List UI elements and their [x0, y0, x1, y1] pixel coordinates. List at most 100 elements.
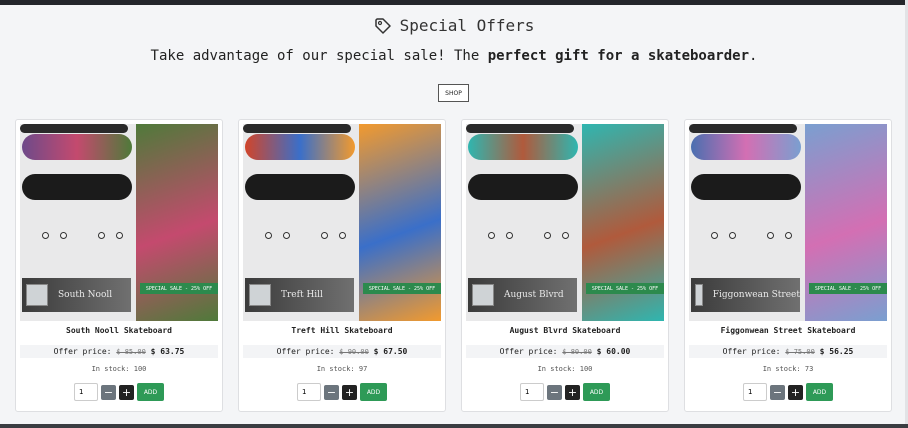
product-image[interactable]: Figgonwean Street SPECIAL SALE - 25% OFF	[689, 124, 887, 321]
product-name[interactable]: South Nooll Skateboard	[16, 326, 222, 335]
product-card: August Blvrd SPECIAL SALE - 25% OFF Augu…	[461, 119, 669, 412]
brand-logo-icon	[26, 284, 48, 306]
product-name[interactable]: Figgonwean Street Skateboard	[685, 326, 891, 335]
quantity-input[interactable]	[297, 383, 321, 401]
stock-row: In stock: 97	[239, 365, 445, 373]
price-row: Offer price: $ 90.00 $ 67.50	[243, 345, 441, 358]
add-to-cart-button[interactable]: ADD	[806, 383, 833, 401]
offer-price-label: Offer price:	[722, 347, 781, 356]
add-to-cart-button[interactable]: ADD	[583, 383, 610, 401]
nameplate-text: August Blvrd	[504, 290, 564, 300]
section-title-text: Special Offers	[399, 16, 535, 35]
stock-row: In stock: 100	[16, 365, 222, 373]
stock-count: 100	[133, 365, 147, 373]
deck-side-image	[20, 124, 128, 133]
wheel-icon	[767, 232, 774, 239]
nameplate-text: South Nooll	[58, 290, 113, 300]
brand-nameplate: August Blvrd	[468, 278, 577, 312]
wheel-icon	[321, 232, 328, 239]
product-card: Treft Hill SPECIAL SALE - 25% OFF Treft …	[238, 119, 446, 412]
wheel-icon	[116, 232, 123, 239]
wheel-icon	[506, 232, 513, 239]
brand-logo-icon	[472, 284, 494, 306]
cart-controls: − + ADD	[74, 383, 164, 401]
section-title: Special Offers	[0, 16, 908, 35]
wheel-icon	[544, 232, 551, 239]
price-row: Offer price: $ 85.00 $ 63.75	[20, 345, 218, 358]
wheel-icon	[42, 232, 49, 239]
increase-quantity-button[interactable]: +	[119, 384, 134, 400]
sale-badge: SPECIAL SALE - 25% OFF	[363, 283, 441, 294]
decrease-quantity-button[interactable]: −	[324, 384, 339, 400]
add-to-cart-button[interactable]: ADD	[360, 383, 387, 401]
wheel-icon	[785, 232, 792, 239]
price-row: Offer price: $ 75.00 $ 56.25	[689, 345, 887, 358]
increase-quantity-button[interactable]: +	[565, 384, 580, 400]
add-to-cart-button[interactable]: ADD	[137, 383, 164, 401]
wheel-icon	[729, 232, 736, 239]
stock-row: In stock: 100	[462, 365, 668, 373]
subtitle-emphasis: perfect gift for a skateboarder	[487, 48, 749, 64]
brand-logo-icon	[695, 284, 703, 306]
wheel-icon	[488, 232, 495, 239]
cart-controls: − + ADD	[297, 383, 387, 401]
increase-quantity-button[interactable]: +	[788, 384, 803, 400]
deck-side-image	[689, 124, 797, 133]
brand-nameplate: Figgonwean Street	[691, 278, 800, 312]
brand-logo-icon	[249, 284, 271, 306]
deck-bottom-image	[22, 174, 132, 200]
wheel-icon	[60, 232, 67, 239]
wheel-icon	[711, 232, 718, 239]
in-stock-label: In stock:	[316, 365, 355, 373]
deck-bottom-image	[245, 174, 355, 200]
new-price: $ 56.25	[819, 347, 854, 356]
stock-row: In stock: 73	[685, 365, 891, 373]
offer-price-label: Offer price:	[499, 347, 558, 356]
old-price: $ 75.00	[785, 348, 815, 356]
nameplate-text: Treft Hill	[281, 290, 323, 300]
decrease-quantity-button[interactable]: −	[770, 384, 785, 400]
price-row: Offer price: $ 80.00 $ 60.00	[466, 345, 664, 358]
bottom-bar	[0, 424, 908, 428]
sale-badge: SPECIAL SALE - 25% OFF	[140, 283, 218, 294]
offer-price-label: Offer price:	[53, 347, 112, 356]
deck-bottom-image	[691, 174, 801, 200]
deck-top-image	[691, 134, 801, 160]
stock-count: 97	[358, 365, 368, 373]
product-card: South Nooll SPECIAL SALE - 25% OFF South…	[15, 119, 223, 412]
old-price: $ 85.00	[116, 348, 146, 356]
product-name[interactable]: August Blvrd Skateboard	[462, 326, 668, 335]
deck-bottom-image	[468, 174, 578, 200]
section-subtitle: Take advantage of our special sale! The …	[0, 48, 908, 64]
product-image[interactable]: Treft Hill SPECIAL SALE - 25% OFF	[243, 124, 441, 321]
sale-badge: SPECIAL SALE - 25% OFF	[809, 283, 887, 294]
quantity-input[interactable]	[520, 383, 544, 401]
quantity-input[interactable]	[743, 383, 767, 401]
decrease-quantity-button[interactable]: −	[101, 384, 116, 400]
deck-top-image	[245, 134, 355, 160]
quantity-input[interactable]	[74, 383, 98, 401]
wheel-icon	[98, 232, 105, 239]
in-stock-label: In stock:	[762, 365, 801, 373]
sale-badge: SPECIAL SALE - 25% OFF	[586, 283, 664, 294]
old-price: $ 80.00	[562, 348, 592, 356]
product-image[interactable]: August Blvrd SPECIAL SALE - 25% OFF	[466, 124, 664, 321]
stock-count: 100	[579, 365, 593, 373]
subtitle-text: Take advantage of our special sale! The	[150, 48, 488, 64]
old-price: $ 90.00	[339, 348, 369, 356]
brand-nameplate: South Nooll	[22, 278, 131, 312]
increase-quantity-button[interactable]: +	[342, 384, 357, 400]
new-price: $ 67.50	[373, 347, 408, 356]
cart-controls: − + ADD	[520, 383, 610, 401]
nameplate-text: Figgonwean Street	[712, 290, 800, 300]
deck-side-image	[466, 124, 574, 133]
shop-button[interactable]: SHOP	[438, 84, 469, 102]
product-name[interactable]: Treft Hill Skateboard	[239, 326, 445, 335]
deck-top-image	[22, 134, 132, 160]
wheel-icon	[562, 232, 569, 239]
new-price: $ 63.75	[150, 347, 185, 356]
product-image[interactable]: South Nooll SPECIAL SALE - 25% OFF	[20, 124, 218, 321]
wheel-icon	[283, 232, 290, 239]
decrease-quantity-button[interactable]: −	[547, 384, 562, 400]
deck-side-image	[243, 124, 351, 133]
